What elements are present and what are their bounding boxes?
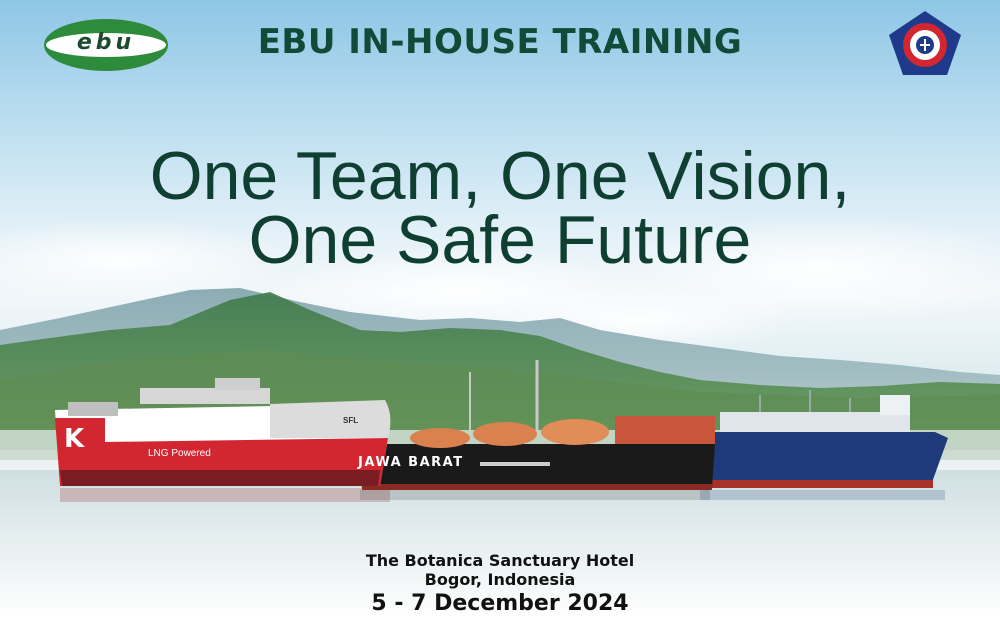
car-carrier-funnel-text: SFL — [343, 416, 359, 425]
tagline-line-2: One Safe Future — [248, 202, 752, 278]
venue-name: The Botanica Sanctuary Hotel — [365, 551, 635, 570]
car-carrier-bow-letter: K — [64, 424, 85, 454]
training-title: EBU IN-HOUSE TRAINING — [257, 22, 743, 62]
fsru-hull-name: JAWA BARAT — [358, 455, 464, 470]
organization-emblem-icon — [889, 11, 961, 75]
tagline-line-1: One Team, One Vision, — [149, 138, 851, 214]
event-poster: K LNG Powered SFL JAWA BARAT ebu EBU IN-… — [0, 0, 1000, 619]
car-carrier-hull-text: LNG Powered — [148, 448, 211, 459]
venue-city: Bogor, Indonesia — [424, 570, 576, 589]
harbor-scene-illustration — [0, 215, 1000, 619]
event-dates: 5 - 7 December 2024 — [371, 591, 629, 616]
